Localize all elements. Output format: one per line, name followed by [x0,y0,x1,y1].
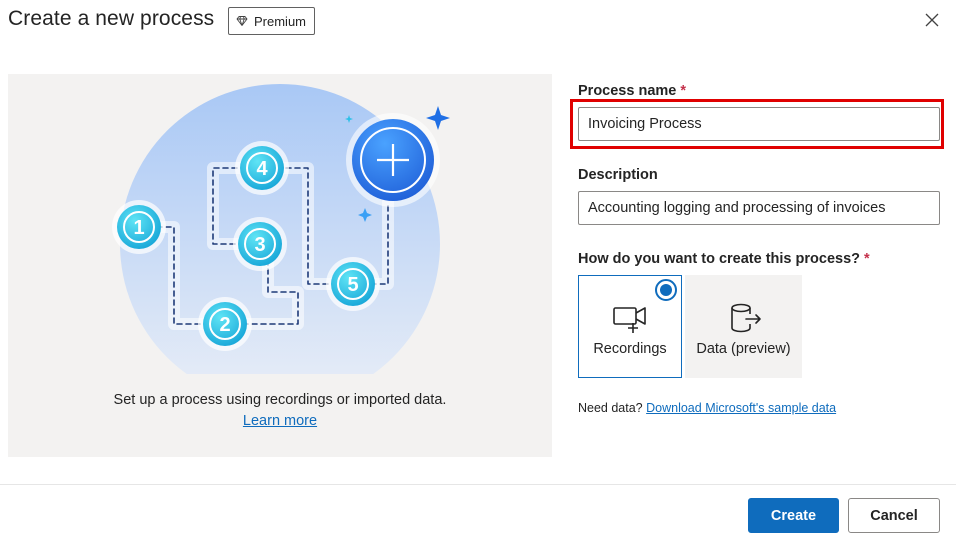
step-number: 1 [133,217,144,239]
diamond-icon [236,16,248,26]
recordings-label: Recordings [593,341,667,357]
step-nodes: 1 2 3 4 5 [112,141,380,351]
required-mark: * [680,83,687,99]
cancel-button[interactable]: Cancel [848,498,940,533]
premium-badge-label: Premium [254,13,307,29]
dialog-title: Create a new process [8,7,215,30]
premium-badge: Premium [228,7,315,35]
process-name-label: Process name * [578,83,686,99]
learn-more-link[interactable]: Learn more [243,413,317,429]
create-button[interactable]: Create [748,498,839,533]
step-number: 3 [254,234,265,256]
step-node-1: 1 [112,200,166,254]
required-mark: * [864,251,870,267]
need-data-label: Need data? [578,401,643,415]
step-node-4: 4 [235,141,289,195]
process-name-input[interactable] [578,107,940,141]
need-data-text: Need data? Download Microsoft's sample d… [578,401,836,415]
close-icon [925,13,939,27]
step-node-2: 2 [198,297,252,351]
illustration-panel: 1 2 3 4 5 Set up a process using recordings … [8,74,552,457]
create-method-label: How do you want to create this process? … [578,251,870,267]
sample-data-link[interactable]: Download Microsoft's sample data [646,401,836,415]
close-button[interactable] [918,6,946,34]
step-number: 2 [219,314,230,336]
radio-selected-icon[interactable] [655,279,677,301]
video-camera-icon [613,307,646,333]
data-preview-option[interactable]: Data (preview) [685,275,802,378]
description-label: Description [578,167,658,183]
database-export-icon [730,303,761,333]
illustration-caption: Set up a process using recordings or imp… [113,392,447,408]
create-method-label-text: How do you want to create this process? [578,251,860,267]
step-number: 4 [256,158,268,180]
step-number: 5 [347,274,358,296]
recordings-option[interactable]: Recordings [578,275,682,378]
step-node-3: 3 [233,217,287,271]
process-name-label-text: Process name [578,83,677,99]
data-preview-label: Data (preview) [696,341,791,357]
description-input[interactable] [578,191,940,225]
step-node-5: 5 [326,257,380,311]
footer-divider [0,484,956,485]
